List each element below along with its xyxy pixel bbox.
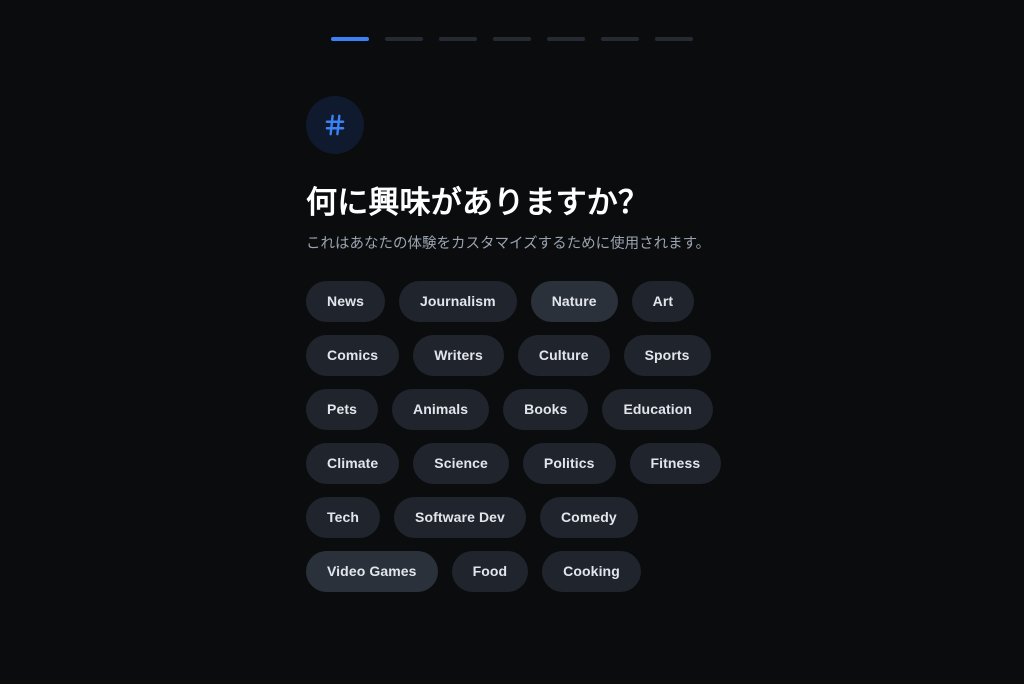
hashtag-badge bbox=[306, 96, 364, 154]
onboarding-content: 何に興味がありますか？ これはあなたの体験をカスタマイズするために使用されます。… bbox=[306, 96, 946, 592]
interest-chip-pets[interactable]: Pets bbox=[306, 388, 378, 430]
progress-step-4[interactable] bbox=[493, 37, 531, 41]
progress-step-3[interactable] bbox=[439, 37, 477, 41]
interest-chip-fitness[interactable]: Fitness bbox=[629, 442, 722, 484]
progress-step-7[interactable] bbox=[655, 37, 693, 41]
hashtag-icon bbox=[322, 112, 348, 138]
interest-chip-education[interactable]: Education bbox=[602, 388, 714, 430]
interest-chip-food[interactable]: Food bbox=[451, 550, 529, 592]
interest-chip-books[interactable]: Books bbox=[503, 388, 589, 430]
progress-step-2[interactable] bbox=[385, 37, 423, 41]
page-title: 何に興味がありますか？ bbox=[306, 185, 650, 220]
interest-chip-comedy[interactable]: Comedy bbox=[539, 496, 638, 538]
page-subtitle: これはあなたの体験をカスタマイズするために使用されます。 bbox=[306, 235, 711, 252]
interest-chip-video-games[interactable]: Video Games bbox=[306, 550, 438, 592]
onboarding-screen: 何に興味がありますか？ これはあなたの体験をカスタマイズするために使用されます。… bbox=[0, 0, 1024, 684]
interest-chip-comics[interactable]: Comics bbox=[306, 334, 400, 376]
interest-chip-journalism[interactable]: Journalism bbox=[398, 280, 517, 322]
progress-step-5[interactable] bbox=[547, 37, 585, 41]
interest-chip-writers[interactable]: Writers bbox=[413, 334, 504, 376]
interest-chip-animals[interactable]: Animals bbox=[391, 388, 490, 430]
interest-chip-climate[interactable]: Climate bbox=[306, 442, 400, 484]
interest-chip-software-dev[interactable]: Software Dev bbox=[394, 496, 526, 538]
interest-chip-news[interactable]: News bbox=[306, 280, 385, 322]
progress-step-6[interactable] bbox=[601, 37, 639, 41]
interest-chip-sports[interactable]: Sports bbox=[623, 334, 711, 376]
progress-step-1[interactable] bbox=[331, 37, 369, 41]
interest-chip-culture[interactable]: Culture bbox=[517, 334, 610, 376]
interest-chip-cooking[interactable]: Cooking bbox=[542, 550, 641, 592]
interest-chip-politics[interactable]: Politics bbox=[522, 442, 616, 484]
interest-chip-list: News Journalism Nature Art Comics Writers Cult… bbox=[306, 280, 758, 592]
interest-chip-nature[interactable]: Nature bbox=[530, 280, 618, 322]
interest-chip-science[interactable]: Science bbox=[413, 442, 509, 484]
interest-chip-art[interactable]: Art bbox=[631, 280, 695, 322]
interest-chip-tech[interactable]: Tech bbox=[306, 496, 381, 538]
onboarding-progress-bar bbox=[0, 37, 1024, 41]
